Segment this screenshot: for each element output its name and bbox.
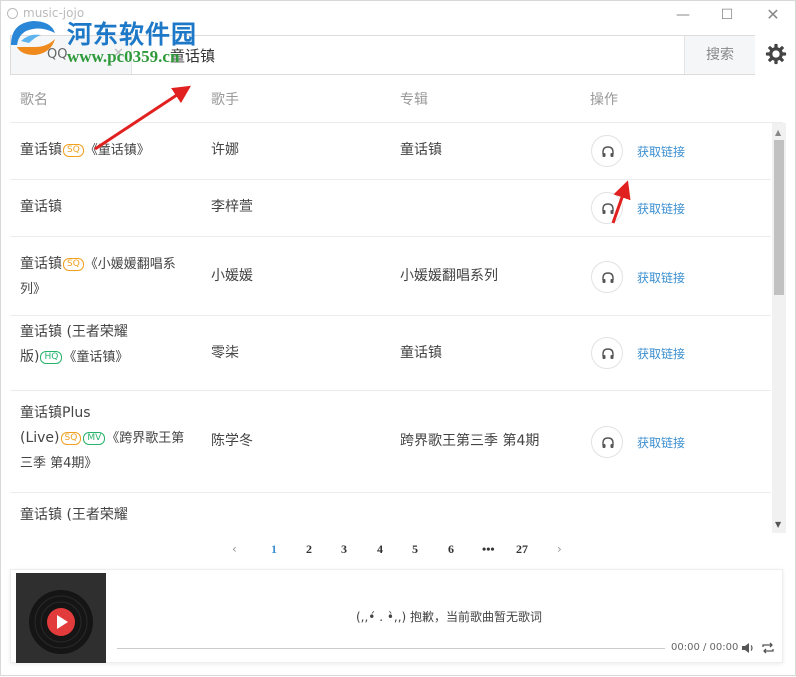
song-table-body: 童话镇 SQ 《童话镇》 许娜 童话镇 获取链接 童话镇 李梓萱 获取链接 童话镇 SQ 《小媛媛翻唱… bbox=[10, 123, 771, 533]
search-bar: QQ ✕ 搜索 bbox=[10, 35, 755, 75]
singer-name: 许娜 bbox=[211, 142, 239, 158]
minimize-button[interactable]: — bbox=[671, 5, 695, 25]
get-link-button[interactable]: 获取链接 bbox=[637, 143, 685, 160]
scrollbar-thumb[interactable] bbox=[774, 140, 784, 295]
singer-name: 陈学冬 bbox=[211, 433, 253, 449]
app-icon bbox=[7, 8, 18, 19]
listen-button[interactable] bbox=[591, 337, 623, 369]
search-input[interactable] bbox=[142, 36, 682, 74]
headphones-icon bbox=[602, 348, 614, 359]
close-button[interactable]: ✕ bbox=[761, 5, 785, 25]
quality-badge: SQ bbox=[60, 432, 82, 445]
singer-name: 李梓萱 bbox=[211, 199, 253, 215]
song-name-text: 童话镇 (王者荣耀 bbox=[20, 324, 128, 340]
song-name-text: 童话镇 bbox=[20, 142, 62, 158]
loop-icon[interactable] bbox=[761, 641, 775, 655]
time-display: 00:00 / 00:00 bbox=[671, 642, 739, 653]
settings-gear-icon[interactable] bbox=[765, 43, 787, 65]
quality-badge: HQ bbox=[40, 351, 63, 364]
table-row[interactable]: 童话镇 李梓萱 获取链接 bbox=[10, 180, 771, 237]
header-song-name: 歌名 bbox=[20, 92, 48, 108]
song-name-text: 童话镇Plus bbox=[20, 405, 91, 421]
page-number[interactable]: 3 bbox=[341, 542, 347, 557]
song-name: 童话镇 SQ 《小媛媛翻唱系列》 bbox=[20, 252, 190, 302]
song-name: 童话镇 SQ 《童话镇》 bbox=[20, 138, 190, 163]
quality-badge: MV bbox=[83, 432, 106, 445]
song-name-text: 童话镇 bbox=[20, 199, 62, 215]
page-number[interactable]: 4 bbox=[377, 542, 383, 557]
scrollbar[interactable]: ▲ ▼ bbox=[772, 123, 786, 533]
listen-button[interactable] bbox=[591, 261, 623, 293]
window-title: music-jojo bbox=[23, 6, 85, 20]
table-row[interactable]: 童话镇 SQ 《小媛媛翻唱系列》 小媛媛 小媛媛翻唱系列 获取链接 bbox=[10, 237, 771, 316]
title-bar: music-jojo — ☐ ✕ bbox=[1, 1, 796, 29]
album-name: 童话镇 bbox=[400, 345, 442, 361]
scroll-down-icon[interactable]: ▼ bbox=[775, 520, 781, 529]
album-cover bbox=[16, 573, 106, 663]
get-link-button[interactable]: 获取链接 bbox=[637, 200, 685, 217]
singer-name: 小媛媛 bbox=[211, 268, 253, 284]
page-number[interactable]: 27 bbox=[516, 542, 528, 557]
listen-button[interactable] bbox=[591, 192, 623, 224]
quality-badge: SQ bbox=[63, 144, 84, 157]
progress-bar[interactable] bbox=[117, 648, 665, 649]
song-album-note: 《童话镇》 bbox=[84, 143, 150, 158]
page-number[interactable]: ••• bbox=[482, 542, 495, 557]
headphones-icon bbox=[602, 146, 614, 157]
headphones-icon bbox=[602, 203, 614, 214]
lyric-text: (,,•́ . •̀,,) 抱歉，当前歌曲暂无歌词 bbox=[356, 610, 543, 624]
quality-badge: SQ bbox=[63, 258, 84, 271]
table-header: 歌名 歌手 专辑 操作 bbox=[10, 81, 783, 123]
get-link-button[interactable]: 获取链接 bbox=[637, 434, 685, 451]
header-operation: 操作 bbox=[590, 92, 618, 108]
listen-button[interactable] bbox=[591, 426, 623, 458]
header-singer: 歌手 bbox=[211, 92, 239, 108]
song-name-text: 童话镇 (王者荣耀 bbox=[20, 507, 128, 523]
song-name-text: (Live) bbox=[20, 430, 60, 446]
song-name: 童话镇 (王者荣耀 bbox=[20, 503, 190, 528]
table-row[interactable]: 童话镇 SQ 《童话镇》 许娜 童话镇 获取链接 bbox=[10, 123, 771, 180]
scroll-up-icon[interactable]: ▲ bbox=[775, 128, 781, 137]
clear-icon[interactable]: ✕ bbox=[113, 46, 124, 61]
headphones-icon bbox=[602, 272, 614, 283]
listen-button[interactable] bbox=[591, 135, 623, 167]
prev-page-button[interactable]: ‹ bbox=[232, 542, 237, 556]
volume-icon[interactable] bbox=[741, 641, 755, 655]
album-name: 小媛媛翻唱系列 bbox=[400, 268, 498, 284]
song-album-note: 《童话镇》 bbox=[63, 350, 129, 365]
next-page-button[interactable]: › bbox=[557, 542, 562, 556]
pagination: ‹ 1 2 3 4 5 6 ••• 27 › bbox=[1, 539, 796, 563]
page-number[interactable]: 1 bbox=[271, 542, 277, 557]
get-link-button[interactable]: 获取链接 bbox=[637, 269, 685, 286]
maximize-button[interactable]: ☐ bbox=[715, 5, 739, 25]
song-name: 童话镇 bbox=[20, 195, 190, 220]
player-bar: (,,•́ . •̀,,) 抱歉，当前歌曲暂无歌词 00:00 / 00:00 bbox=[10, 569, 783, 663]
get-link-button[interactable]: 获取链接 bbox=[637, 345, 685, 362]
singer-name: 零柒 bbox=[211, 345, 239, 361]
headphones-icon bbox=[602, 437, 614, 448]
page-number[interactable]: 6 bbox=[448, 542, 454, 557]
album-name: 童话镇 bbox=[400, 142, 442, 158]
header-album: 专辑 bbox=[400, 92, 428, 108]
song-name-text: 版) bbox=[20, 349, 40, 365]
source-select[interactable]: QQ ✕ bbox=[11, 36, 132, 74]
search-button[interactable]: 搜索 bbox=[684, 36, 755, 74]
table-row[interactable]: 童话镇 (王者荣耀 版) HQ 《童话镇》 零柒 童话镇 获取链接 bbox=[10, 316, 771, 391]
table-row[interactable]: 童话镇Plus (Live) SQ MV 《跨界歌王第三季 第4期》 陈学冬 跨界歌王第三季… bbox=[10, 391, 771, 493]
song-name: 童话镇Plus (Live) SQ MV 《跨界歌王第三季 第4期》 bbox=[20, 401, 190, 476]
vinyl-disc-icon bbox=[16, 573, 106, 663]
table-row[interactable]: 童话镇 (王者荣耀获取链接 bbox=[10, 493, 771, 533]
app-window: music-jojo — ☐ ✕ QQ ✕ 搜索 歌名 歌手 专辑 操作 bbox=[0, 0, 796, 676]
page-number[interactable]: 5 bbox=[412, 542, 418, 557]
album-name: 跨界歌王第三季 第4期 bbox=[400, 433, 540, 449]
page-number[interactable]: 2 bbox=[306, 542, 312, 557]
song-name: 童话镇 (王者荣耀 版) HQ 《童话镇》 bbox=[20, 320, 190, 370]
source-label: QQ bbox=[47, 47, 68, 62]
song-name-text: 童话镇 bbox=[20, 256, 62, 272]
